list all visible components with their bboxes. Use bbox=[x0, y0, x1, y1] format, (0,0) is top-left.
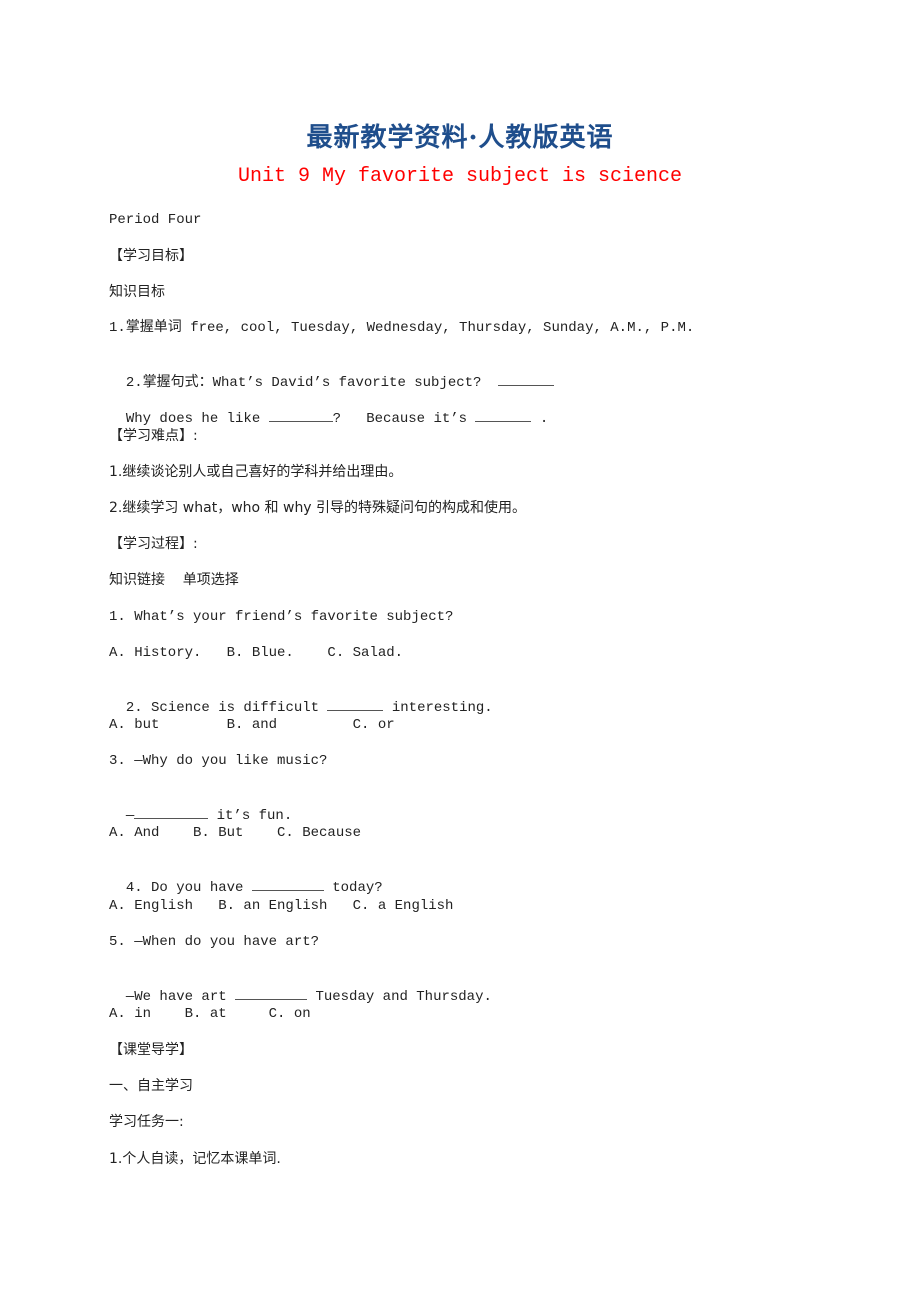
blank bbox=[134, 806, 209, 819]
blank bbox=[475, 409, 532, 422]
question-3-options: A. And B. But C. Because bbox=[109, 825, 362, 841]
document-title: 最新教学资料·人教版英语 bbox=[306, 123, 614, 153]
difficulty-heading: 【学习难点】: bbox=[109, 428, 198, 444]
class-heading: 【课堂导学】 bbox=[109, 1042, 193, 1058]
period-label: Period Four bbox=[109, 212, 202, 228]
self-study: 一、自主学习 bbox=[109, 1078, 193, 1094]
question-3-answer: — it’s fun. bbox=[109, 788, 292, 825]
goal-2-text: 2.掌握句式：What’s David’s favorite subject? bbox=[125, 375, 482, 391]
question-2: 2. Science is difficult interesting. bbox=[109, 680, 493, 717]
question-1: 1. What’s your friend’s favorite subject… bbox=[109, 609, 454, 625]
blank bbox=[498, 373, 555, 386]
question-3-answer-b: it’s fun. bbox=[216, 808, 293, 824]
question-2-text-b: interesting. bbox=[391, 700, 493, 716]
knowledge-goal: 知识目标 bbox=[109, 284, 165, 300]
blank bbox=[251, 878, 324, 891]
goal-1: 1.掌握单词 free, cool, Tuesday, Wednesday, T… bbox=[109, 320, 695, 336]
question-5-answer-b: Tuesday and Thursday. bbox=[315, 989, 492, 1005]
question-2-text-a: 2. Science is difficult bbox=[125, 700, 320, 716]
task-1: 学习任务一: bbox=[109, 1114, 184, 1130]
question-5-answer: —We have art Tuesday and Thursday. bbox=[109, 969, 492, 1006]
goal-2: 2.掌握句式：What’s David’s favorite subject? bbox=[109, 355, 555, 392]
question-3-answer-a: — bbox=[125, 808, 135, 824]
goal-2b-text-b: ? Because it’s bbox=[332, 411, 468, 427]
blank bbox=[235, 987, 308, 1000]
question-5-options: A. in B. at C. on bbox=[109, 1006, 311, 1022]
difficulty-2: 2.继续学习 what，who 和 why 引导的特殊疑问句的构成和使用。 bbox=[109, 500, 527, 516]
question-1-options: A. History. B. Blue. C. Salad. bbox=[109, 645, 404, 661]
goal-2b-text-a: Why does he like bbox=[125, 411, 261, 427]
process-heading: 【学习过程】: bbox=[109, 536, 198, 552]
link-heading: 知识链接 单项选择 bbox=[109, 572, 239, 588]
question-4-text-b: today? bbox=[332, 880, 383, 896]
question-4-text-a: 4. Do you have bbox=[125, 880, 244, 896]
question-4-options: A. English B. an English C. a English bbox=[109, 898, 454, 914]
question-3: 3. —Why do you like music? bbox=[109, 753, 328, 769]
unit-title: Unit 9 My favorite subject is science bbox=[237, 165, 683, 188]
blank bbox=[327, 698, 384, 711]
question-2-options: A. but B. and C. or bbox=[109, 717, 395, 733]
question-5: 5. —When do you have art? bbox=[109, 934, 320, 950]
objectives-heading: 【学习目标】 bbox=[109, 248, 193, 264]
task-1-item-1: 1.个人自读，记忆本课单词. bbox=[109, 1151, 281, 1167]
blank bbox=[268, 409, 333, 422]
goal-2b: Why does he like ? Because it’s . bbox=[109, 391, 548, 428]
difficulty-1: 1.继续谈论别人或自己喜好的学科并给出理由。 bbox=[109, 464, 403, 480]
question-5-answer-a: —We have art bbox=[125, 989, 227, 1005]
question-4: 4. Do you have today? bbox=[109, 860, 383, 897]
goal-2b-text-c: . bbox=[539, 411, 549, 427]
